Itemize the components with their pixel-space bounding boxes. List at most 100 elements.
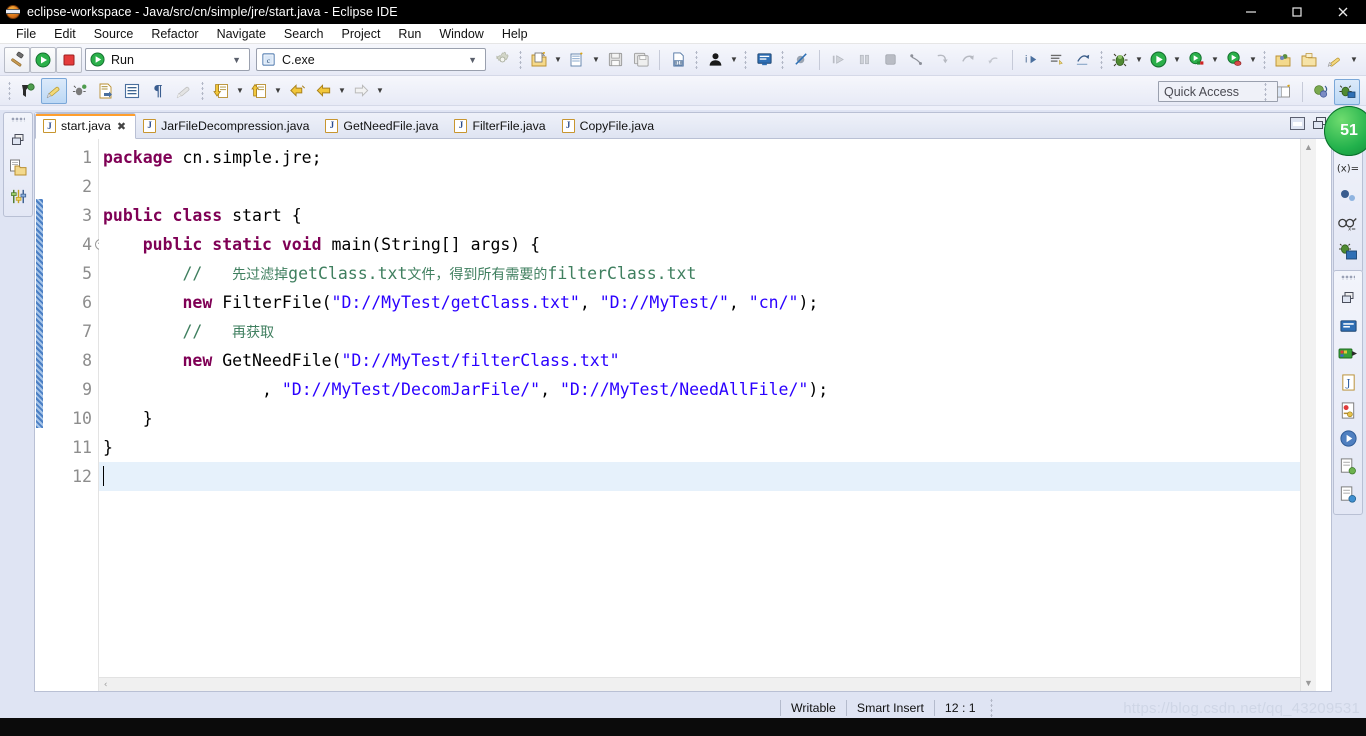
restore-view-icon[interactable] [7, 128, 29, 152]
package-explorer-icon[interactable] [7, 156, 29, 180]
search-pencil-dropdown[interactable]: ▼ [1348, 47, 1360, 73]
close-icon[interactable]: ✖ [117, 120, 126, 133]
restore-view-icon[interactable] [1337, 286, 1359, 310]
launch-target-combo[interactable]: c C.exe ▼ [256, 48, 486, 71]
close-button[interactable] [1320, 0, 1366, 24]
new-java-project-dropdown[interactable]: ▼ [590, 47, 602, 73]
jump-button[interactable] [1070, 47, 1096, 73]
new-file-button[interactable] [526, 47, 552, 73]
rail-grip[interactable] [1341, 275, 1355, 280]
step-into-button[interactable] [903, 47, 929, 73]
menu-item-search[interactable]: Search [275, 24, 333, 44]
chevron-down-icon[interactable]: ▼ [229, 55, 246, 65]
rail-grip[interactable] [11, 117, 25, 122]
menu-item-source[interactable]: Source [85, 24, 143, 44]
pause-button[interactable] [851, 47, 877, 73]
maximize-button[interactable] [1274, 0, 1320, 24]
forward-dropdown[interactable]: ▼ [374, 78, 386, 104]
stop-button[interactable] [56, 46, 82, 73]
external-tools-dropdown[interactable]: ▼ [1209, 47, 1221, 73]
back-button[interactable] [310, 78, 336, 104]
back-dropdown[interactable]: ▼ [336, 78, 348, 104]
variables-icon[interactable]: (x)= [1337, 156, 1359, 180]
servers-icon[interactable] [1337, 342, 1359, 366]
tab-getneedfile-java[interactable]: J GetNeedFile.java [318, 113, 447, 138]
run-toolbar-button[interactable] [1145, 47, 1171, 73]
debug-view-icon[interactable] [1337, 240, 1359, 264]
debug-perspective-button[interactable] [1334, 79, 1360, 105]
outline-button[interactable] [119, 78, 145, 104]
horizontal-scrollbar[interactable]: ‹ [99, 677, 1300, 691]
menu-item-file[interactable]: File [7, 24, 45, 44]
run-button[interactable] [30, 46, 56, 73]
binary-file-button[interactable]: 010 [665, 47, 691, 73]
search-result-icon[interactable] [1337, 482, 1359, 506]
menu-item-project[interactable]: Project [333, 24, 390, 44]
chevron-down-icon[interactable]: ▼ [465, 55, 482, 65]
problems-icon[interactable] [1337, 454, 1359, 478]
terminate-button[interactable] [877, 47, 903, 73]
run-external-tool-dropdown[interactable]: ▼ [1247, 47, 1259, 73]
toggle-mark-occurrences-button[interactable] [15, 78, 41, 104]
save-button[interactable] [602, 47, 628, 73]
toggle-highlight-button[interactable] [41, 77, 67, 104]
new-java-project-button[interactable] [564, 47, 590, 73]
clear-marks-button[interactable] [171, 78, 197, 104]
prev-edit-button[interactable] [246, 78, 272, 104]
vertical-scrollbar[interactable]: ▲ ▼ [1300, 139, 1316, 691]
resume-button[interactable] [955, 47, 981, 73]
save-all-button[interactable] [628, 47, 654, 73]
build-all-button[interactable] [1044, 47, 1070, 73]
person-button[interactable] [702, 47, 728, 73]
open-perspective-button[interactable] [1271, 79, 1297, 105]
search-bug-button[interactable] [67, 78, 93, 104]
search-pencil-button[interactable] [1322, 47, 1348, 73]
menu-item-navigate[interactable]: Navigate [208, 24, 275, 44]
filters-icon[interactable] [7, 184, 29, 208]
new-file-dropdown[interactable]: ▼ [552, 47, 564, 73]
forward-button[interactable] [348, 78, 374, 104]
next-edit-button[interactable] [208, 78, 234, 104]
tab-filterfile-java[interactable]: J FilterFile.java [447, 113, 554, 138]
launch-settings-button[interactable] [489, 47, 515, 73]
breakpoints-icon[interactable] [1337, 184, 1359, 208]
drop-to-frame-button[interactable] [981, 47, 1007, 73]
run-external-tool-button[interactable] [1221, 47, 1247, 73]
show-whitespace-button[interactable]: ¶ [145, 78, 171, 104]
code-editor[interactable]: package cn.simple.jre; public class star… [99, 139, 1300, 691]
person-dropdown[interactable]: ▼ [728, 47, 740, 73]
run-configuration-combo[interactable]: Run ▼ [85, 48, 250, 71]
overview-ruler[interactable] [1316, 139, 1331, 691]
step-over-button[interactable] [825, 47, 851, 73]
scroll-down-arrow[interactable]: ▼ [1304, 678, 1313, 688]
next-annotation-button[interactable]: i [1018, 47, 1044, 73]
minimize-editor-icon[interactable] [1290, 117, 1305, 130]
open-task-button[interactable] [1296, 47, 1322, 73]
build-button[interactable] [4, 46, 30, 73]
tab-copyfile-java[interactable]: J CopyFile.java [555, 113, 664, 138]
console-view-button[interactable] [751, 47, 777, 73]
expressions-icon[interactable]: x= [1337, 212, 1359, 236]
menu-item-run[interactable]: Run [389, 24, 430, 44]
menu-item-window[interactable]: Window [430, 24, 492, 44]
tab-jarfiledecompression-java[interactable]: J JarFileDecompression.java [136, 113, 318, 138]
progress-icon[interactable] [1337, 426, 1359, 450]
declaration-icon[interactable] [1337, 398, 1359, 422]
external-tools-button[interactable] [1183, 47, 1209, 73]
skip-breakpoints-button[interactable] [788, 47, 814, 73]
javadoc-icon[interactable]: J [1337, 370, 1359, 394]
java-perspective-button[interactable] [1308, 79, 1334, 105]
open-type-button[interactable] [1270, 47, 1296, 73]
debug-dropdown[interactable]: ▼ [1133, 47, 1145, 73]
open-declaration-button[interactable] [93, 78, 119, 104]
tab-start-java[interactable]: J start.java ✖ [35, 113, 137, 139]
menu-item-help[interactable]: Help [493, 24, 537, 44]
prev-edit-dropdown[interactable]: ▼ [272, 78, 284, 104]
next-edit-dropdown[interactable]: ▼ [234, 78, 246, 104]
run-dropdown[interactable]: ▼ [1171, 47, 1183, 73]
menu-item-edit[interactable]: Edit [45, 24, 85, 44]
back-history-button[interactable] [284, 78, 310, 104]
debug-button[interactable] [1107, 47, 1133, 73]
menu-item-refactor[interactable]: Refactor [142, 24, 207, 44]
scroll-left-arrow[interactable]: ‹ [99, 680, 112, 690]
